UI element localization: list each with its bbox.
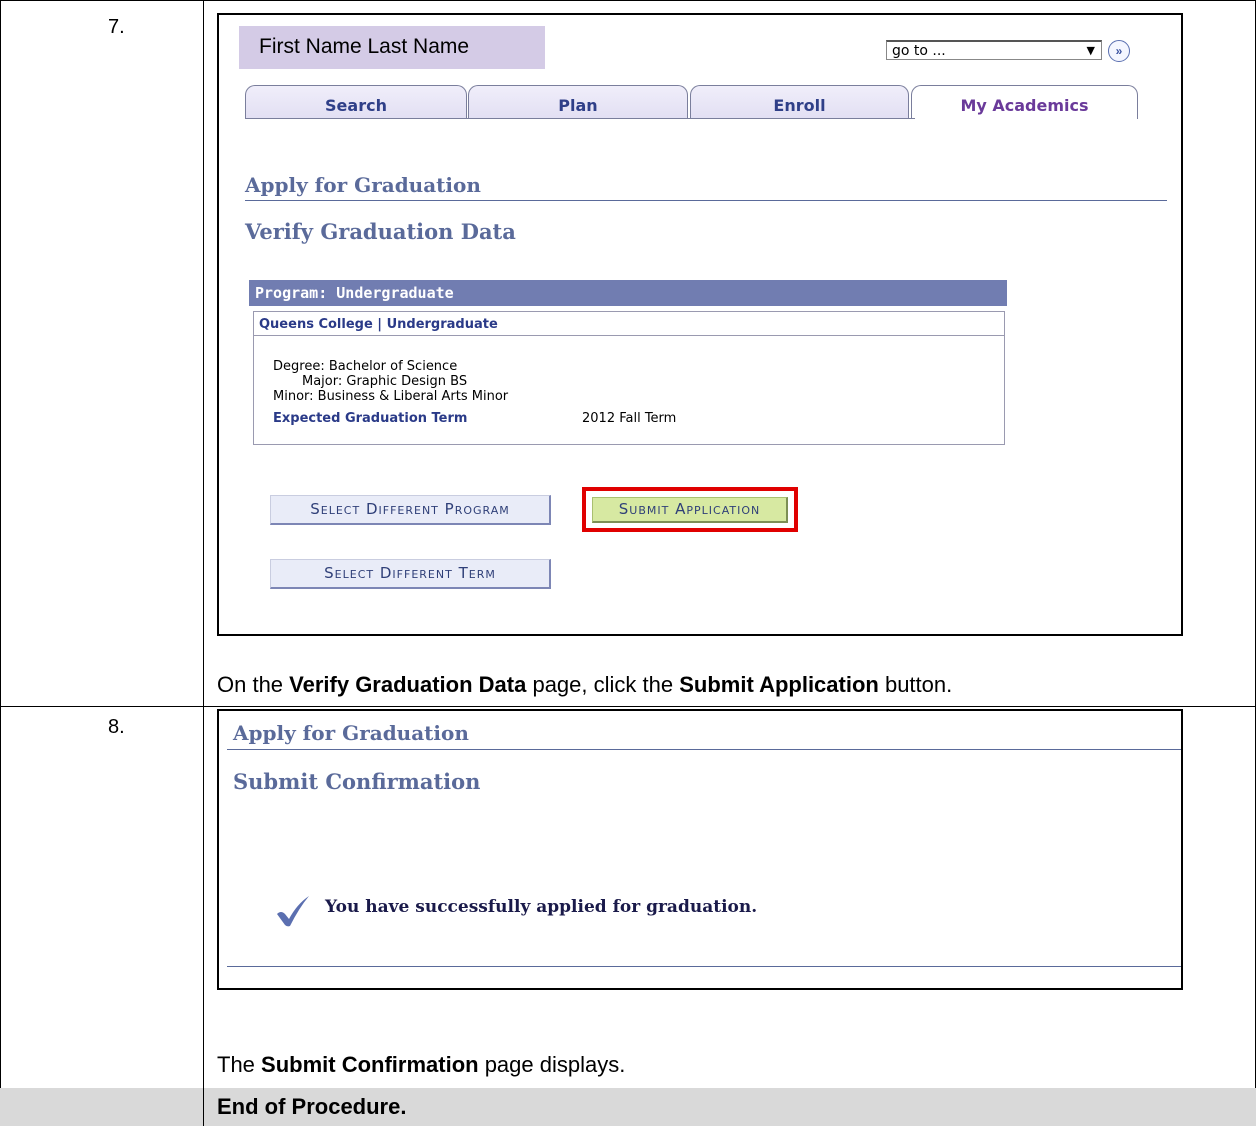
- instr7-part3: button.: [878, 672, 953, 697]
- instr7-bold1: Verify Graduation Data: [289, 672, 527, 697]
- instr7-bold2: Submit Application: [679, 672, 879, 697]
- end-of-procedure-row: [0, 1088, 1256, 1126]
- submit-application-label: Submit Application: [618, 500, 761, 518]
- checkmark-icon: [277, 896, 309, 927]
- program-institution: Queens College | Undergraduate: [254, 312, 1004, 336]
- instr7-part2: page, click the: [526, 672, 680, 697]
- column-divider: [203, 0, 204, 1126]
- degree-line: Degree: Bachelor of Science: [273, 359, 458, 374]
- instr7-part1: On the: [217, 672, 290, 697]
- minor-line: Minor: Business & Liberal Arts Minor: [273, 389, 509, 404]
- page-title: Apply for Graduation: [245, 173, 481, 197]
- end-of-procedure-text: End of Procedure.: [217, 1094, 407, 1119]
- instr8-bold1: Submit Confirmation: [261, 1052, 479, 1077]
- program-header: Program: Undergraduate: [249, 280, 1007, 306]
- end-row-column-divider: [203, 1088, 204, 1126]
- expected-term-label: Expected Graduation Term: [273, 411, 468, 426]
- step-number-8: 8.: [108, 716, 125, 738]
- tab-search[interactable]: Search: [245, 85, 467, 119]
- instruction-step-8: The Submit Confirmation page displays.: [217, 1052, 625, 1078]
- verify-graduation-screenshot: First Name Last Name go to ... ▼ » Searc…: [217, 13, 1183, 636]
- tab-plan[interactable]: Plan: [468, 85, 688, 119]
- confirm-page-title: Apply for Graduation: [233, 721, 469, 745]
- success-message: You have successfully applied for gradua…: [325, 897, 758, 917]
- title-divider: [245, 200, 1167, 201]
- tab-bar-baseline: [245, 118, 915, 119]
- instr8-part1: The: [217, 1052, 262, 1077]
- step-number-7: 7.: [108, 16, 125, 38]
- submit-highlight-box: Submit Application: [582, 487, 798, 532]
- procedure-table: 7. 8. First Name Last Name go to ... ▼ »…: [0, 0, 1256, 1126]
- goto-forward-icon[interactable]: »: [1108, 40, 1130, 62]
- major-line: Major: Graphic Design BS: [302, 374, 468, 389]
- user-name-banner: First Name Last Name: [239, 26, 545, 69]
- table-left-border: [0, 0, 1, 1126]
- goto-value: go to ...: [892, 43, 946, 59]
- dropdown-arrow-icon: ▼: [1086, 44, 1095, 57]
- row-divider-7-8: [0, 706, 1256, 707]
- goto-dropdown[interactable]: go to ... ▼: [886, 40, 1102, 60]
- select-term-label: Select Different Term: [324, 564, 496, 582]
- expected-term-value: 2012 Fall Term: [582, 411, 677, 426]
- select-program-label: Select Different Program: [310, 500, 510, 518]
- instruction-step-7: On the Verify Graduation Data page, clic…: [217, 672, 952, 698]
- table-top-border: [0, 0, 1256, 1]
- tab-enroll[interactable]: Enroll: [690, 85, 909, 119]
- submit-application-button[interactable]: Submit Application: [592, 497, 788, 523]
- select-different-term-button[interactable]: Select Different Term: [270, 559, 551, 589]
- confirm-title-divider: [227, 749, 1181, 750]
- program-details: Queens College | Undergraduate Degree: B…: [253, 311, 1005, 445]
- page-subtitle: Verify Graduation Data: [245, 219, 516, 244]
- instr8-part2: page displays.: [478, 1052, 626, 1077]
- confirm-bottom-divider: [227, 966, 1181, 967]
- confirm-page-subtitle: Submit Confirmation: [233, 769, 481, 794]
- tab-my-academics[interactable]: My Academics: [911, 85, 1138, 119]
- select-different-program-button[interactable]: Select Different Program: [270, 495, 551, 525]
- submit-confirmation-screenshot: Apply for Graduation Submit Confirmation…: [217, 709, 1183, 990]
